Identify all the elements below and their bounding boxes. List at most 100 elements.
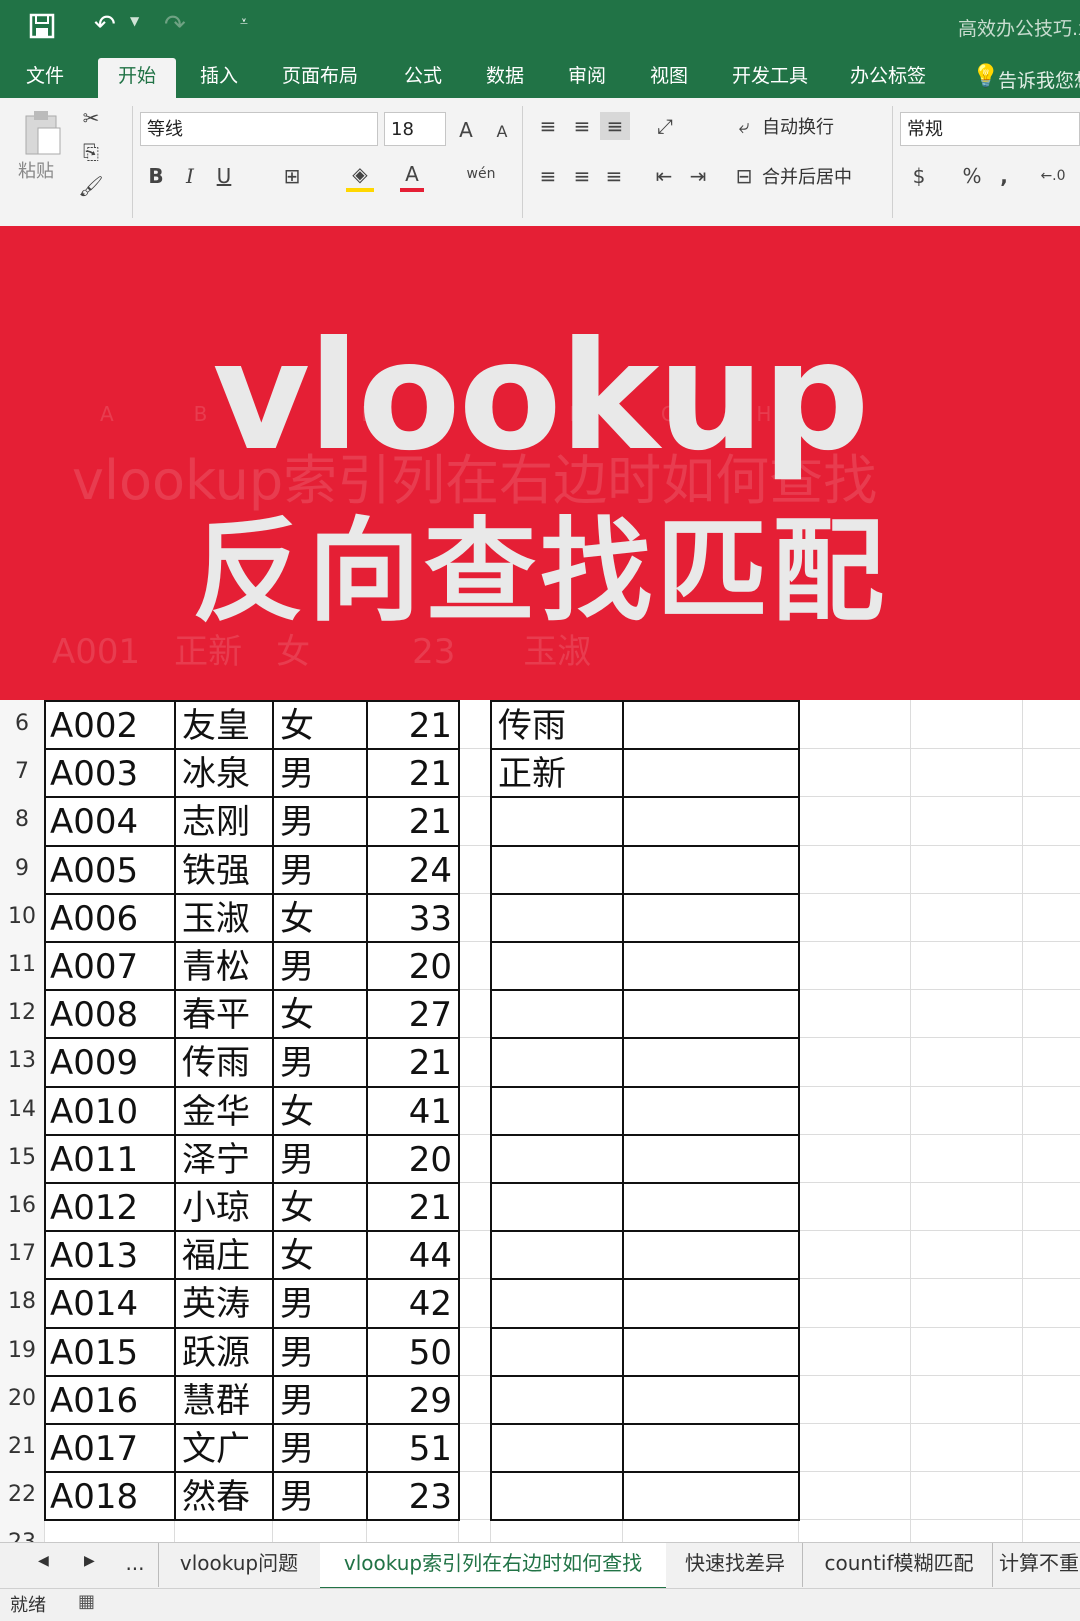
table-cell-id[interactable]: A004 <box>50 798 170 846</box>
table-cell-age[interactable]: 21 <box>366 1184 452 1232</box>
tab-review[interactable]: 审阅 <box>552 58 622 98</box>
phonetic-button[interactable]: wén <box>464 160 498 188</box>
table-cell-id[interactable]: A011 <box>50 1136 170 1184</box>
copy-icon[interactable]: ⎘ <box>76 138 106 166</box>
merge-center-icon[interactable]: ⊟ <box>730 162 758 190</box>
table-cell-lookup[interactable]: 正新 <box>498 750 618 798</box>
table-cell-age[interactable]: 20 <box>366 1136 452 1184</box>
paste-label[interactable]: 粘贴 <box>18 158 54 186</box>
table-cell-gender[interactable]: 男 <box>280 1329 364 1377</box>
table-cell-lookup[interactable]: 传雨 <box>498 702 618 750</box>
table-cell-age[interactable]: 21 <box>366 798 452 846</box>
sheet-tab-vlookup-reverse[interactable]: vlookup索引列在右边时如何查找 <box>320 1543 666 1590</box>
tab-developer[interactable]: 开发工具 <box>722 58 818 98</box>
align-top-icon[interactable]: ≡ <box>534 112 562 140</box>
table-cell-id[interactable]: A010 <box>50 1088 170 1136</box>
table-cell-gender[interactable]: 男 <box>280 1039 364 1087</box>
align-bottom-icon[interactable]: ≡ <box>600 112 630 140</box>
table-cell-id[interactable]: A018 <box>50 1473 170 1521</box>
table-cell-gender[interactable]: 女 <box>280 1232 364 1280</box>
table-cell-gender[interactable]: 女 <box>280 702 364 750</box>
scroll-right-icon[interactable]: ▶ <box>84 1553 95 1569</box>
table-cell-id[interactable]: A003 <box>50 750 170 798</box>
table-cell-gender[interactable]: 男 <box>280 1473 364 1521</box>
table-cell-age[interactable]: 23 <box>366 1473 452 1521</box>
row-header[interactable]: 12 <box>0 989 44 1038</box>
increase-decimal-icon[interactable]: ←.0 <box>1036 162 1070 190</box>
table-cell-id[interactable]: A008 <box>50 991 170 1039</box>
tab-formulas[interactable]: 公式 <box>388 58 458 98</box>
row-header[interactable]: 17 <box>0 1230 44 1279</box>
row-header[interactable]: 7 <box>0 748 44 797</box>
undo-icon[interactable]: ↶ <box>94 10 116 40</box>
table-cell-gender[interactable]: 男 <box>280 1280 364 1328</box>
table-cell-name[interactable]: 友皇 <box>182 702 270 750</box>
font-color-button[interactable]: A <box>400 160 424 192</box>
paste-icon[interactable] <box>22 108 64 158</box>
table-cell-id[interactable]: A015 <box>50 1329 170 1377</box>
row-header[interactable]: 6 <box>0 700 44 749</box>
sheet-tab-more[interactable]: ... <box>118 1543 152 1587</box>
number-format-select[interactable]: 常规 <box>900 112 1080 146</box>
table-cell-gender[interactable]: 男 <box>280 798 364 846</box>
table-cell-name[interactable]: 金华 <box>182 1088 270 1136</box>
scroll-left-icon[interactable]: ◀ <box>38 1553 49 1569</box>
table-cell-name[interactable]: 传雨 <box>182 1039 270 1087</box>
table-cell-gender[interactable]: 男 <box>280 1377 364 1425</box>
wrap-text-button[interactable]: 自动换行 <box>762 114 834 142</box>
decrease-indent-icon[interactable]: ⇤ <box>650 162 678 190</box>
row-header[interactable]: 11 <box>0 941 44 990</box>
table-cell-age[interactable]: 21 <box>366 750 452 798</box>
table-cell-id[interactable]: A012 <box>50 1184 170 1232</box>
borders-icon[interactable]: ⊞ <box>278 162 306 190</box>
table-cell-age[interactable]: 33 <box>366 895 452 943</box>
table-cell-gender[interactable]: 女 <box>280 895 364 943</box>
sheet-tab-calc-unique[interactable]: 计算不重 <box>998 1543 1080 1587</box>
table-cell-name[interactable]: 然春 <box>182 1473 270 1521</box>
table-cell-gender[interactable]: 女 <box>280 1088 364 1136</box>
table-cell-gender[interactable]: 男 <box>280 1136 364 1184</box>
table-cell-name[interactable]: 志刚 <box>182 798 270 846</box>
fill-color-icon[interactable]: ◈ <box>346 160 374 192</box>
table-cell-gender[interactable]: 男 <box>280 943 364 991</box>
table-cell-age[interactable]: 24 <box>366 847 452 895</box>
sheet-tab-quick-diff[interactable]: 快速找差异 <box>668 1543 803 1587</box>
sheet-tab-vlookup-problem[interactable]: vlookup问题 <box>158 1543 319 1587</box>
row-header[interactable]: 19 <box>0 1326 44 1375</box>
cut-icon[interactable]: ✂ <box>76 104 106 132</box>
table-cell-id[interactable]: A016 <box>50 1377 170 1425</box>
row-header[interactable]: 22 <box>0 1471 44 1520</box>
table-cell-id[interactable]: A005 <box>50 847 170 895</box>
font-name-select[interactable]: 等线 <box>140 112 378 146</box>
table-cell-id[interactable]: A009 <box>50 1039 170 1087</box>
table-cell-gender[interactable]: 女 <box>280 1184 364 1232</box>
table-cell-name[interactable]: 玉淑 <box>182 895 270 943</box>
row-header[interactable]: 23 <box>0 1519 44 1542</box>
table-cell-age[interactable]: 41 <box>366 1088 452 1136</box>
table-cell-age[interactable]: 29 <box>366 1377 452 1425</box>
row-header[interactable]: 21 <box>0 1423 44 1472</box>
table-cell-age[interactable]: 42 <box>366 1280 452 1328</box>
align-right-icon[interactable]: ≡ <box>600 162 628 190</box>
save-icon[interactable] <box>28 12 56 40</box>
tab-file[interactable]: 文件 <box>14 58 76 98</box>
tab-home[interactable]: 开始 <box>98 58 176 98</box>
table-cell-age[interactable]: 21 <box>366 702 452 750</box>
chevron-down-icon[interactable]: ▼ <box>130 14 139 28</box>
italic-button[interactable]: I <box>178 162 202 190</box>
row-header[interactable]: 10 <box>0 892 44 941</box>
table-cell-gender[interactable]: 男 <box>280 847 364 895</box>
table-cell-id[interactable]: A013 <box>50 1232 170 1280</box>
table-cell-name[interactable]: 福庄 <box>182 1232 270 1280</box>
tab-view[interactable]: 视图 <box>634 58 704 98</box>
orientation-icon[interactable]: ⤢ <box>650 112 680 140</box>
grow-font-icon[interactable]: A <box>454 116 478 144</box>
table-cell-name[interactable]: 冰泉 <box>182 750 270 798</box>
quick-access-customize-icon[interactable]: ⩡ <box>240 14 248 30</box>
table-cell-age[interactable]: 27 <box>366 991 452 1039</box>
tell-me-search[interactable]: 告诉我您想 <box>998 66 1080 93</box>
table-cell-age[interactable]: 50 <box>366 1329 452 1377</box>
redo-icon[interactable]: ↷ <box>164 10 186 40</box>
format-painter-icon[interactable]: 🖌 <box>76 172 106 200</box>
row-header[interactable]: 9 <box>0 844 44 893</box>
